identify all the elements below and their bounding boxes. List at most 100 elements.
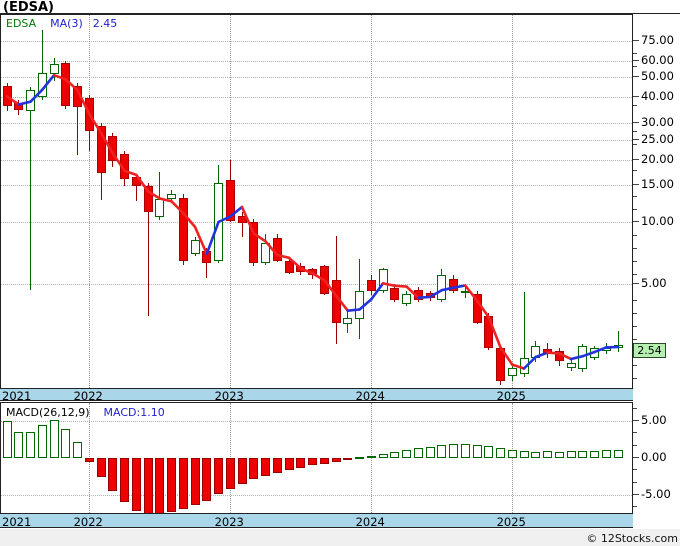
candle-body xyxy=(554,350,564,361)
price-gridline xyxy=(1,221,632,223)
candle-body xyxy=(225,180,235,221)
macd-bar xyxy=(355,456,364,459)
macd-bar xyxy=(73,441,82,458)
macd-bar xyxy=(496,448,505,458)
price-axis-tick xyxy=(633,138,639,140)
macd-bar xyxy=(26,432,35,458)
macd-bar xyxy=(261,458,270,476)
macd-bar xyxy=(214,458,223,495)
price-axis-tick xyxy=(633,60,639,62)
footer-strip: © 12Stocks.com xyxy=(0,529,680,546)
price-gridline xyxy=(1,77,632,79)
macd-axis-tick xyxy=(633,506,637,508)
price-axis-label: 5.00 xyxy=(641,276,667,290)
candle-body xyxy=(613,344,623,348)
price-axis-label: 30.00 xyxy=(641,115,674,130)
year-gridline xyxy=(370,403,372,513)
macd-legend: MACD(26,12,9) MACD:1.10 xyxy=(6,406,165,419)
price-gridline xyxy=(1,185,632,187)
candle-body xyxy=(37,72,47,97)
macd-bar xyxy=(131,458,141,511)
macd-bar xyxy=(296,458,306,468)
macd-bar xyxy=(531,451,541,458)
candle-body xyxy=(460,290,470,294)
candle-body xyxy=(472,294,482,323)
price-axis-minor-tick xyxy=(633,313,637,314)
year-label: 2025 xyxy=(496,515,526,529)
candle-body xyxy=(507,368,517,377)
candle-wick xyxy=(617,331,619,352)
price-axis-minor-tick xyxy=(633,378,637,379)
macd-axis-label: 5.00 xyxy=(641,413,667,427)
macd-bar xyxy=(308,458,317,466)
macd-axis-tick xyxy=(633,420,639,421)
macd-bar xyxy=(143,458,153,513)
candle-body xyxy=(84,97,94,131)
candle-body xyxy=(190,239,200,254)
macd-gridline xyxy=(1,495,632,496)
price-axis-label: 20.00 xyxy=(641,151,674,166)
macd-gridline xyxy=(1,421,632,422)
candle-body xyxy=(14,103,24,111)
candle-body xyxy=(73,85,82,108)
macd-bar xyxy=(566,451,576,458)
macd-bar xyxy=(331,458,341,462)
price-axis-label: 50.00 xyxy=(641,69,674,84)
macd-bar xyxy=(37,425,47,458)
candle-body xyxy=(425,293,435,298)
candle-body xyxy=(26,89,35,111)
price-axis-tick xyxy=(633,184,639,186)
macd-bar xyxy=(613,449,623,458)
candle-body xyxy=(49,64,59,75)
price-axis-minor-tick xyxy=(633,300,637,301)
ma3-line xyxy=(5,73,620,370)
macd-bar xyxy=(84,458,94,463)
candle-body xyxy=(120,154,129,180)
candle-body xyxy=(484,315,494,348)
macd-bar xyxy=(507,449,517,458)
macd-bar xyxy=(2,421,12,458)
price-axis-tick xyxy=(633,220,639,222)
year-label: 2021 xyxy=(2,389,32,403)
macd-bar xyxy=(484,446,494,458)
price-legend: EDSA MA(3) 2.45 xyxy=(6,17,117,30)
price-axis-minor-tick xyxy=(633,339,637,340)
macd-bar xyxy=(437,445,447,458)
price-axis-minor-tick xyxy=(633,131,637,132)
candle-body xyxy=(2,86,12,106)
candle-body xyxy=(543,349,552,355)
candle-body xyxy=(331,280,341,323)
year-label: 2023 xyxy=(214,515,244,529)
macd-bar xyxy=(155,458,165,513)
candle-body xyxy=(214,183,223,262)
year-label: 2024 xyxy=(355,515,385,529)
price-axis-minor-tick xyxy=(633,105,637,106)
watermark: © 12Stocks.com xyxy=(586,532,678,545)
macd-bar xyxy=(237,458,247,484)
candle-body xyxy=(496,347,505,381)
macd-bar xyxy=(202,458,212,501)
candle-body xyxy=(402,294,411,304)
macd-x-axis-band: 2021 2022 2023 2024 2025 xyxy=(0,513,633,528)
macd-plot-area xyxy=(1,403,632,513)
year-label: 2023 xyxy=(214,389,244,403)
candle-body xyxy=(296,266,306,273)
candle-body xyxy=(237,215,247,223)
candle-body xyxy=(261,242,270,263)
candle-body xyxy=(178,197,188,262)
candle-body xyxy=(449,278,458,292)
macd-axis-tick xyxy=(633,469,637,471)
year-label: 2022 xyxy=(73,389,103,403)
price-axis-label: 60.00 xyxy=(641,53,674,68)
price-gridline xyxy=(1,284,632,285)
macd-value-label: MACD:1.10 xyxy=(103,406,165,419)
price-axis-tick xyxy=(633,158,639,160)
symbol-label: EDSA xyxy=(6,17,37,30)
price-axis-minor-tick xyxy=(633,261,637,262)
candle-body xyxy=(366,280,376,292)
price-axis-minor-tick xyxy=(633,144,637,145)
macd-bar xyxy=(402,450,411,458)
candle-body xyxy=(202,250,212,263)
price-gridline xyxy=(1,97,632,99)
price-axis-label: 75.00 xyxy=(641,33,674,48)
